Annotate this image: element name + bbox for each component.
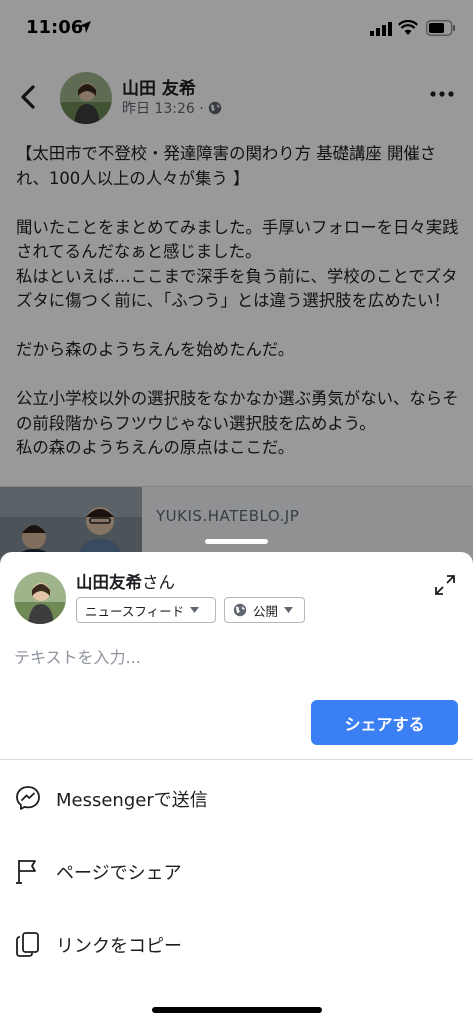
avatar-photo-icon [14,572,66,624]
sheet-grabber[interactable] [205,539,268,544]
share-text-input[interactable] [14,644,444,670]
share-option-messenger[interactable]: Messengerで送信 [0,768,473,828]
share-option-label: Messengerで送信 [56,790,208,811]
caret-down-icon [190,607,200,613]
audience-feed-dropdown[interactable]: ニュースフィード [76,597,216,623]
copy-icon [16,932,39,957]
share-sheet: 山田友希さん ニュースフィード 公開 シェアする Messengerで送信 ペー… [0,552,473,1024]
share-user-suffix: さん [142,573,175,592]
messenger-icon [16,786,40,810]
globe-icon [233,603,247,617]
share-option-label: リンクをコピー [56,936,182,957]
caret-down-icon [284,607,294,613]
audience-feed-label: ニュースフィード [85,603,185,619]
share-user-name-bold: 山田友希 [76,573,142,592]
divider [0,759,473,760]
share-user-name: 山田友希さん [76,569,175,593]
flag-icon [16,860,36,884]
expand-icon[interactable] [434,574,456,596]
share-user-avatar [14,572,66,624]
share-option-label: ページでシェア [56,863,182,884]
share-option-page[interactable]: ページでシェア [0,841,473,901]
share-now-button[interactable]: シェアする [311,700,458,745]
audience-privacy-dropdown[interactable]: 公開 [224,597,305,623]
home-indicator[interactable] [152,1007,322,1013]
share-option-copy-link[interactable]: リンクをコピー [0,914,473,974]
audience-privacy-label: 公開 [253,603,279,619]
